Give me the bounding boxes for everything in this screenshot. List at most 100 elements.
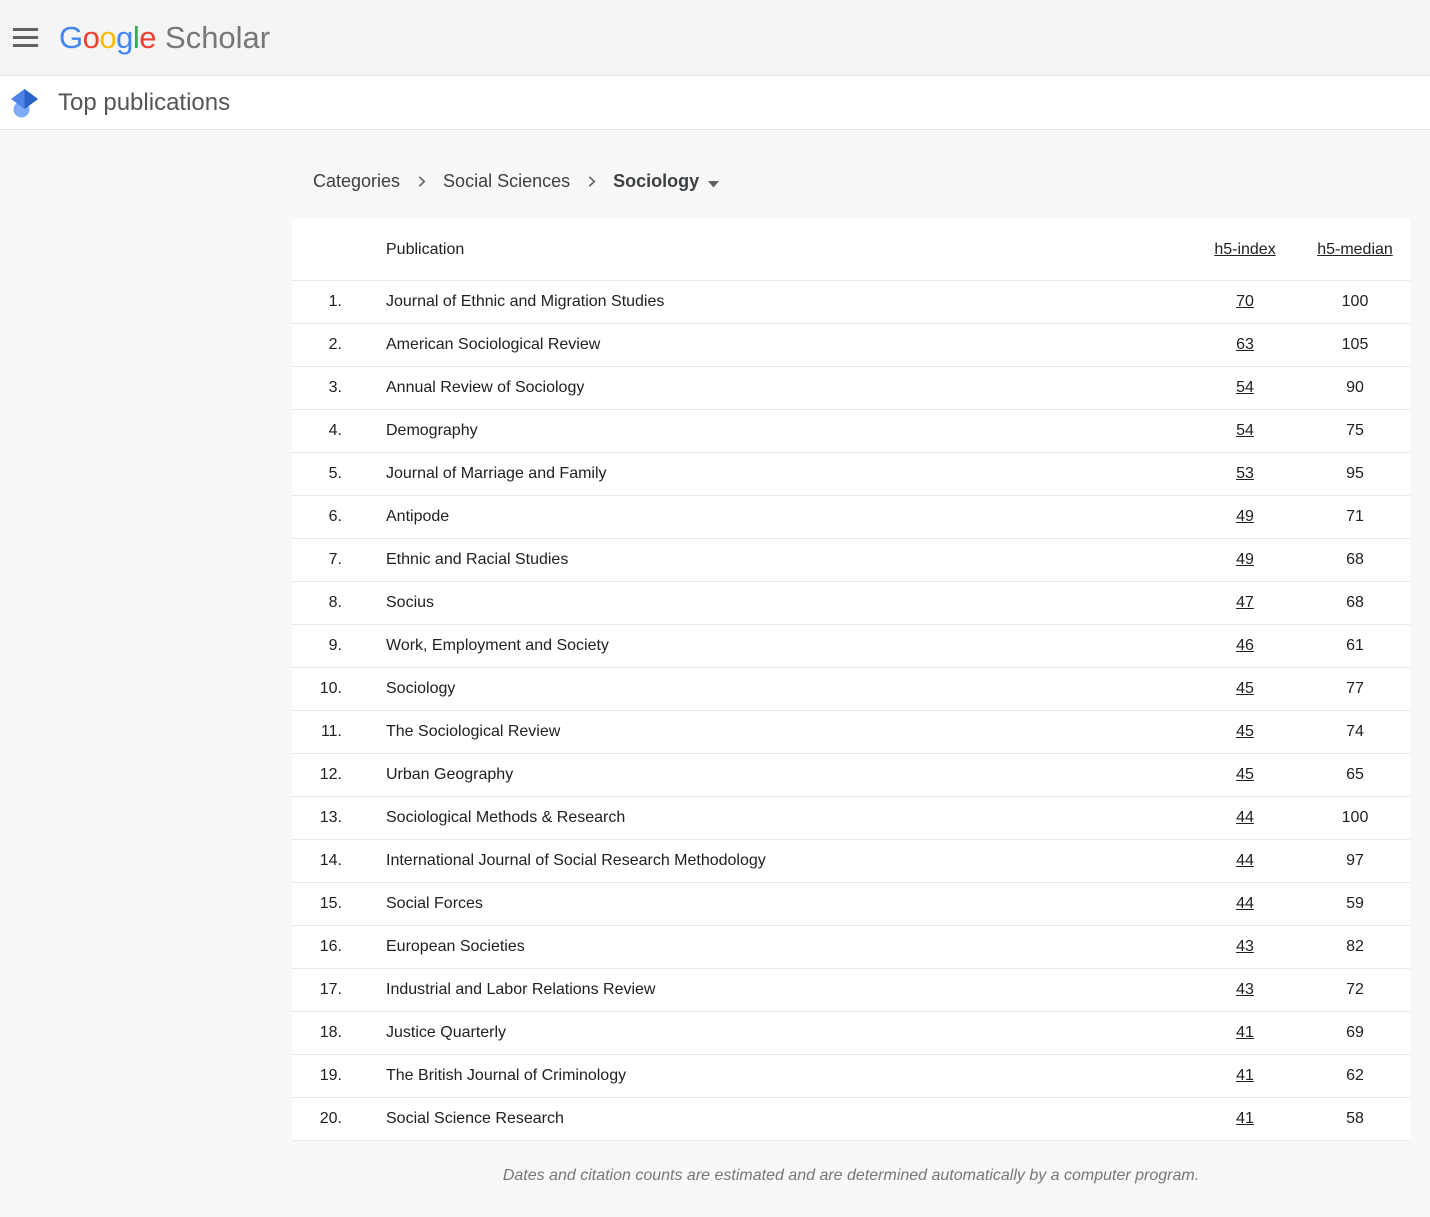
- column-header-h5-index[interactable]: h5-index: [1190, 241, 1300, 259]
- table-row: 8. Socius 47 68: [292, 581, 1410, 624]
- publication-name: Antipode: [342, 508, 1190, 526]
- h5-index-link[interactable]: 44: [1236, 809, 1254, 826]
- h5-index-link[interactable]: 41: [1236, 1067, 1254, 1084]
- h5-median-value: 69: [1300, 1024, 1410, 1042]
- publication-name: European Societies: [342, 938, 1190, 956]
- chevron-down-icon: [708, 172, 719, 193]
- h5-index-link[interactable]: 63: [1236, 336, 1254, 353]
- hamburger-icon: [13, 28, 38, 31]
- row-rank: 2.: [292, 336, 342, 354]
- h5-index-link[interactable]: 45: [1236, 766, 1254, 783]
- h5-index-link[interactable]: 44: [1236, 895, 1254, 912]
- publication-name: The Sociological Review: [342, 723, 1190, 741]
- publication-name: Social Forces: [342, 895, 1190, 913]
- breadcrumb-categories[interactable]: Categories: [313, 171, 400, 192]
- publication-name: Social Science Research: [342, 1110, 1190, 1128]
- row-rank: 3.: [292, 379, 342, 397]
- h5-index-link[interactable]: 53: [1236, 465, 1254, 482]
- publication-name: Ethnic and Racial Studies: [342, 551, 1190, 569]
- h5-index-link[interactable]: 49: [1236, 551, 1254, 568]
- h5-median-value: 65: [1300, 766, 1410, 784]
- h5-index-link[interactable]: 47: [1236, 594, 1254, 611]
- row-rank: 10.: [292, 680, 342, 698]
- table-body: 1. Journal of Ethnic and Migration Studi…: [292, 280, 1410, 1140]
- h5-index-link[interactable]: 44: [1236, 852, 1254, 869]
- h5-median-value: 61: [1300, 637, 1410, 655]
- breadcrumb-current-sociology[interactable]: Sociology: [613, 169, 719, 193]
- h5-index-link[interactable]: 46: [1236, 637, 1254, 654]
- row-rank: 16.: [292, 938, 342, 956]
- h5-median-value: 59: [1300, 895, 1410, 913]
- row-rank: 20.: [292, 1110, 342, 1128]
- page-title: Top publications: [58, 89, 230, 117]
- scholar-cap-icon: [0, 88, 48, 118]
- publication-name: Industrial and Labor Relations Review: [342, 981, 1190, 999]
- row-rank: 6.: [292, 508, 342, 526]
- table-row: 4. Demography 54 75: [292, 409, 1410, 452]
- google-scholar-logo[interactable]: Google Scholar: [59, 20, 270, 56]
- publication-name: Journal of Ethnic and Migration Studies: [342, 293, 1190, 311]
- table-row: 5. Journal of Marriage and Family 53 95: [292, 452, 1410, 495]
- table-row: 1. Journal of Ethnic and Migration Studi…: [292, 280, 1410, 323]
- h5-median-value: 95: [1300, 465, 1410, 483]
- table-row: 7. Ethnic and Racial Studies 49 68: [292, 538, 1410, 581]
- row-rank: 12.: [292, 766, 342, 784]
- row-rank: 4.: [292, 422, 342, 440]
- h5-median-value: 62: [1300, 1067, 1410, 1085]
- row-rank: 19.: [292, 1067, 342, 1085]
- table-row: 9. Work, Employment and Society 46 61: [292, 624, 1410, 667]
- table-row: 15. Social Forces 44 59: [292, 882, 1410, 925]
- hamburger-menu-button[interactable]: [1, 14, 49, 62]
- row-rank: 7.: [292, 551, 342, 569]
- table-row: 16. European Societies 43 82: [292, 925, 1410, 968]
- h5-index-link[interactable]: 70: [1236, 293, 1254, 310]
- h5-index-link[interactable]: 45: [1236, 723, 1254, 740]
- h5-median-value: 74: [1300, 723, 1410, 741]
- row-rank: 14.: [292, 852, 342, 870]
- h5-index-link[interactable]: 41: [1236, 1110, 1254, 1127]
- h5-index-link[interactable]: 54: [1236, 379, 1254, 396]
- breadcrumb-social-sciences[interactable]: Social Sciences: [443, 171, 570, 192]
- h5-median-value: 77: [1300, 680, 1410, 698]
- table-row: 19. The British Journal of Criminology 4…: [292, 1054, 1410, 1097]
- publications-table: Publication h5-index h5-median 1. Journa…: [292, 219, 1410, 1141]
- table-header-row: Publication h5-index h5-median: [292, 219, 1410, 280]
- publication-name: The British Journal of Criminology: [342, 1067, 1190, 1085]
- h5-median-value: 71: [1300, 508, 1410, 526]
- table-row: 11. The Sociological Review 45 74: [292, 710, 1410, 753]
- row-rank: 1.: [292, 293, 342, 311]
- h5-index-link[interactable]: 41: [1236, 1024, 1254, 1041]
- table-row: 18. Justice Quarterly 41 69: [292, 1011, 1410, 1054]
- row-rank: 5.: [292, 465, 342, 483]
- publication-name: Work, Employment and Society: [342, 637, 1190, 655]
- publication-name: Demography: [342, 422, 1190, 440]
- row-rank: 13.: [292, 809, 342, 827]
- h5-index-link[interactable]: 54: [1236, 422, 1254, 439]
- h5-median-value: 75: [1300, 422, 1410, 440]
- publication-name: Sociological Methods & Research: [342, 809, 1190, 827]
- h5-index-link[interactable]: 43: [1236, 981, 1254, 998]
- h5-index-link[interactable]: 45: [1236, 680, 1254, 697]
- h5-median-value: 72: [1300, 981, 1410, 999]
- publication-name: International Journal of Social Research…: [342, 852, 1190, 870]
- h5-median-value: 68: [1300, 594, 1410, 612]
- publication-name: Sociology: [342, 680, 1190, 698]
- h5-index-link[interactable]: 43: [1236, 938, 1254, 955]
- google-logo-letters: Google: [59, 20, 156, 56]
- title-bar: Top publications: [0, 76, 1430, 130]
- publication-name: American Sociological Review: [342, 336, 1190, 354]
- column-header-h5-median[interactable]: h5-median: [1300, 241, 1410, 259]
- h5-median-value: 58: [1300, 1110, 1410, 1128]
- publication-name: Socius: [342, 594, 1190, 612]
- publication-name: Journal of Marriage and Family: [342, 465, 1190, 483]
- publication-name: Urban Geography: [342, 766, 1190, 784]
- table-row: 3. Annual Review of Sociology 54 90: [292, 366, 1410, 409]
- table-row: 13. Sociological Methods & Research 44 1…: [292, 796, 1410, 839]
- scholar-logo-text: Scholar: [165, 20, 270, 56]
- table-row: 6. Antipode 49 71: [292, 495, 1410, 538]
- breadcrumb: Categories Social Sciences Sociology: [313, 168, 1430, 194]
- h5-median-value: 68: [1300, 551, 1410, 569]
- h5-median-value: 100: [1300, 809, 1410, 827]
- table-row: 10. Sociology 45 77: [292, 667, 1410, 710]
- h5-index-link[interactable]: 49: [1236, 508, 1254, 525]
